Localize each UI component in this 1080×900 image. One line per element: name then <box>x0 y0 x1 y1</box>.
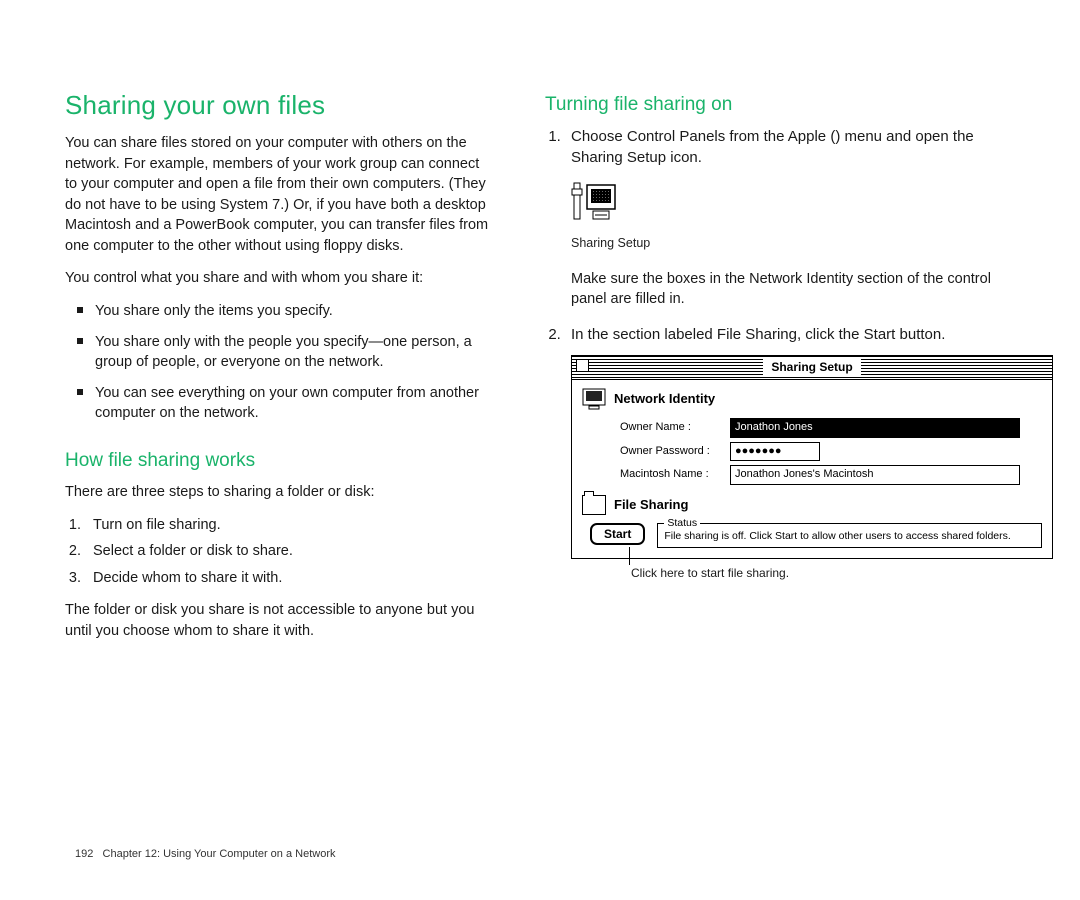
page-footer: 192 Chapter 12: Using Your Computer on a… <box>75 848 336 860</box>
heading-sharing-files: Sharing your own files <box>65 90 495 121</box>
network-identity-title: Network Identity <box>614 390 715 408</box>
network-identity-header: Network Identity <box>582 388 1042 410</box>
window-titlebar: Sharing Setup <box>572 356 1052 380</box>
step-item: Turn on file sharing. <box>85 515 495 536</box>
mac-name-row: Macintosh Name : Jonathon Jones's Macint… <box>620 465 1042 485</box>
owner-password-label: Owner Password : <box>620 444 730 460</box>
step-2: In the section labeled File Sharing, cli… <box>565 324 1015 582</box>
start-callout: Click here to start file sharing. <box>631 565 1015 582</box>
owner-name-row: Owner Name : Jonathon Jones <box>620 418 1042 438</box>
page-number: 192 <box>75 848 93 860</box>
status-label: Status <box>664 517 700 530</box>
right-steps-list: Choose Control Panels from the Apple () … <box>545 126 1015 582</box>
bullet-item: You share only with the people you speci… <box>65 332 495 373</box>
bullet-item: You can see everything on your own compu… <box>65 383 495 424</box>
step-1: Choose Control Panels from the Apple () … <box>565 126 1015 310</box>
sharing-setup-icon <box>571 181 619 227</box>
folder-icon <box>582 495 606 515</box>
mac-icon <box>582 388 606 410</box>
step-1-text-pre: Choose Control Panels from the Apple ( <box>571 128 835 145</box>
sharing-setup-icon-block: Sharing Setup <box>571 181 1015 253</box>
owner-name-label: Owner Name : <box>620 420 730 436</box>
heading-how-works: How file sharing works <box>65 450 495 472</box>
sharing-setup-window: Sharing Setup Network Identity <box>571 355 1053 559</box>
control-paragraph: You control what you share and with whom… <box>65 268 495 289</box>
status-box: Status File sharing is off. Click Start … <box>657 523 1042 548</box>
heading-turning-on: Turning file sharing on <box>545 94 1015 116</box>
file-sharing-header: File Sharing <box>582 495 1042 515</box>
owner-name-field[interactable]: Jonathon Jones <box>730 418 1020 438</box>
bullet-item: You share only the items you specify. <box>65 301 495 322</box>
right-column: Turning file sharing on Choose Control P… <box>545 90 1015 653</box>
owner-password-row: Owner Password : ●●●●●●● <box>620 442 1042 462</box>
mac-name-label: Macintosh Name : <box>620 467 730 483</box>
step-item: Decide whom to share it with. <box>85 568 495 589</box>
intro-paragraph: You can share files stored on your compu… <box>65 133 495 256</box>
start-button[interactable]: Start <box>590 523 645 545</box>
file-sharing-title: File Sharing <box>614 496 688 514</box>
status-text: File sharing is off. Click Start to allo… <box>664 530 1010 542</box>
step-2-text: In the section labeled File Sharing, cli… <box>571 326 945 343</box>
mac-name-field[interactable]: Jonathon Jones's Macintosh <box>730 465 1020 485</box>
bullet-list: You share only the items you specify. Yo… <box>65 301 495 424</box>
window-title: Sharing Setup <box>763 359 860 376</box>
steps-list: Turn on file sharing. Select a folder or… <box>65 515 495 589</box>
left-column: Sharing your own files You can share fil… <box>65 90 495 653</box>
chapter-title: Chapter 12: Using Your Computer on a Net… <box>103 848 336 860</box>
steps-intro: There are three steps to sharing a folde… <box>65 482 495 503</box>
step-item: Select a folder or disk to share. <box>85 541 495 562</box>
steps-note: The folder or disk you share is not acce… <box>65 600 495 641</box>
owner-password-field[interactable]: ●●●●●●● <box>730 442 820 462</box>
identity-note: Make sure the boxes in the Network Ident… <box>571 269 1015 310</box>
sharing-setup-icon-label: Sharing Setup <box>571 235 1015 253</box>
